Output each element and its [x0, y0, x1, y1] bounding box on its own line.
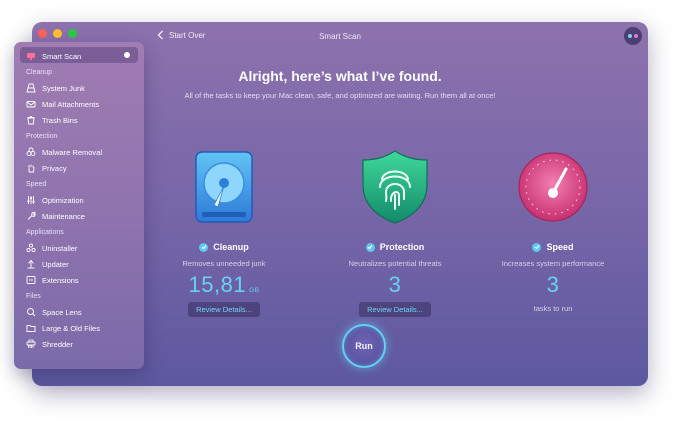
speed-description: Increases system performance [501, 259, 605, 268]
shredder-icon [26, 339, 36, 349]
run-button[interactable]: Run [342, 324, 386, 368]
update-arrow-icon [26, 259, 36, 269]
sidebar-item-large-old-files[interactable]: Large & Old Files [26, 323, 100, 333]
sidebar-item-label: Uninstaller [42, 243, 78, 253]
sidebar-item-system-junk[interactable]: System Junk [26, 83, 85, 93]
sidebar-item-label: System Junk [42, 83, 85, 93]
sidebar-item-label: Privacy [42, 163, 67, 173]
checkmark-icon [365, 242, 375, 252]
sidebar-item-updater[interactable]: Updater [26, 259, 69, 269]
window-title: Smart Scan [319, 32, 361, 41]
sidebar-item-mail-attachments[interactable]: Mail Attachments [26, 99, 99, 109]
cleanup-size: 15,81 GB [134, 272, 314, 298]
sidebar-item-trash-bins[interactable]: Trash Bins [26, 115, 78, 125]
sidebar-item-shredder[interactable]: Shredder [26, 339, 73, 349]
speedometer-icon [518, 152, 588, 222]
protection-description: Neutralizes potential threats [348, 259, 442, 268]
sidebar-item-extensions[interactable]: Extensions [26, 275, 79, 285]
monitor-icon [26, 51, 36, 61]
assistant-dot-icon [634, 34, 638, 38]
cleanup-description: Removes unneeded junk [182, 259, 266, 268]
sidebar-item-label: Shredder [42, 339, 73, 349]
speed-title: Speed [546, 242, 574, 252]
sidebar-item-label: Smart Scan [42, 51, 82, 61]
sidebar-item-label: Extensions [42, 275, 79, 285]
cleanup-size-value: 15,81 [188, 272, 247, 297]
cleanup-title: Cleanup [213, 242, 249, 252]
sidebar-item-maintenance[interactable]: Maintenance [26, 211, 85, 221]
broom-icon [26, 83, 36, 93]
checkmark-icon [199, 242, 209, 252]
sidebar-item-label: Maintenance [42, 211, 85, 221]
sidebar-item-label: Trash Bins [42, 115, 78, 125]
protection-review-button[interactable]: Review Details... [359, 302, 431, 317]
sidebar-section-header: Cleanup [26, 69, 53, 76]
biohazard-icon [26, 147, 36, 157]
close-window-button[interactable] [38, 29, 47, 38]
sidebar-item-optimization[interactable]: Optimization [26, 195, 84, 205]
fingerprint-shield-icon [362, 150, 428, 224]
mail-icon [26, 99, 36, 109]
protection-card: Protection Neutralizes potential threats… [305, 148, 485, 317]
sidebar-section-header: Protection [26, 133, 58, 140]
assistant-dot-icon [628, 34, 632, 38]
cleanup-card: Cleanup Removes unneeded junk 15,81 GB Re… [134, 148, 314, 317]
speed-card: Speed Increases system performance 3 tas… [463, 148, 643, 313]
sidebar-item-privacy[interactable]: Privacy [26, 163, 67, 173]
cleanup-review-button[interactable]: Review Details... [188, 302, 260, 317]
hard-drive-icon [195, 151, 253, 223]
speed-tasks-label: tasks to run [533, 304, 573, 313]
sidebar-item-label: Mail Attachments [42, 99, 100, 109]
checkmark-icon [532, 242, 542, 252]
apps-icon [26, 243, 36, 253]
wrench-icon [26, 211, 36, 221]
sidebar-section-header: Speed [26, 181, 47, 188]
sidebar-item-space-lens[interactable]: Space Lens [26, 307, 82, 317]
speed-count: 3 [546, 272, 560, 297]
trash-icon [26, 115, 36, 125]
protection-title: Protection [379, 242, 425, 252]
sidebar-item-label: Space Lens [42, 307, 82, 317]
sliders-icon [26, 195, 36, 205]
sidebar-item-label: Updater [42, 259, 69, 269]
lens-icon [26, 307, 36, 317]
minimize-window-button[interactable] [53, 29, 62, 38]
sidebar-item-label: Malware Removal [42, 147, 103, 157]
extensions-icon [26, 275, 36, 285]
assistant-button[interactable] [624, 27, 642, 45]
sidebar-item-label: Optimization [42, 195, 84, 205]
window-controls [38, 29, 77, 38]
hand-icon [26, 163, 36, 173]
sidebar-item-label: Large & Old Files [42, 323, 100, 333]
folder-icon [26, 323, 36, 333]
sidebar: Smart Scan Cleanup System Junk Mail Atta… [14, 42, 144, 369]
toggle-indicator[interactable] [124, 52, 130, 58]
sidebar-section-header: Files [26, 293, 41, 300]
protection-count: 3 [388, 272, 402, 297]
cleanup-size-unit: GB [249, 287, 260, 294]
sidebar-section-header: Applications [26, 229, 64, 236]
sidebar-item-malware-removal[interactable]: Malware Removal [26, 147, 102, 157]
sidebar-item-smart-scan[interactable]: Smart Scan [26, 51, 81, 61]
zoom-window-button[interactable] [68, 29, 77, 38]
sidebar-item-uninstaller[interactable]: Uninstaller [26, 243, 77, 253]
